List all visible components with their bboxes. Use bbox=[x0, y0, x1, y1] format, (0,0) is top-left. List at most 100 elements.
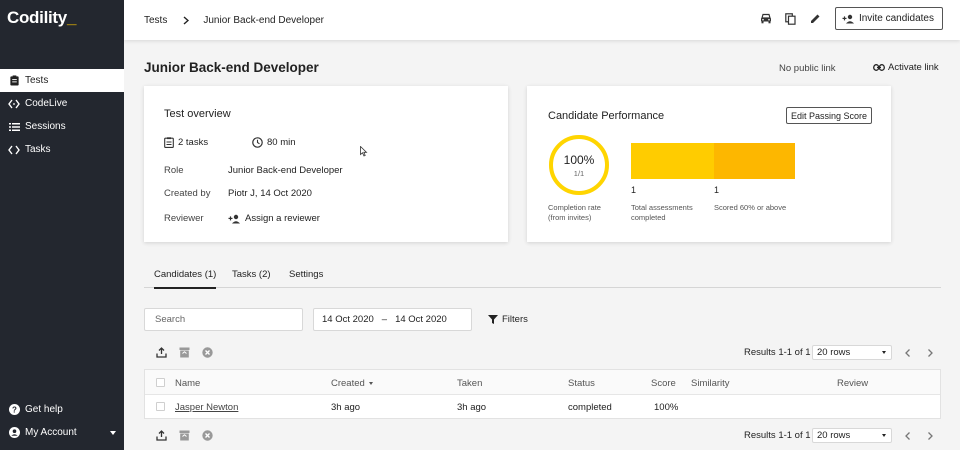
code-icon bbox=[8, 98, 20, 110]
completion-rate-caption: Completion rate (from invites) bbox=[548, 203, 628, 223]
rows-per-page-value: 20 rows bbox=[817, 430, 851, 441]
completion-rate-value: 100% bbox=[563, 153, 595, 167]
clipboard-icon bbox=[8, 75, 20, 87]
clock-icon bbox=[252, 137, 263, 148]
dropdown-arrow-icon bbox=[882, 434, 886, 437]
candidates-table: Name Created Taken Status Score Similari… bbox=[144, 369, 941, 419]
tabs: Candidates (1) Tasks (2) Settings bbox=[144, 264, 941, 289]
test-overview-card: Test overview 2 tasks 80 min Role Junior… bbox=[144, 86, 508, 242]
export-icon[interactable] bbox=[155, 346, 167, 358]
total-assessments-value: 1 bbox=[631, 185, 637, 195]
date-from: 14 Oct 2020 bbox=[322, 314, 374, 325]
caption-line: completed bbox=[631, 213, 666, 222]
sidebar-item-tests[interactable]: Tests bbox=[0, 69, 124, 92]
duration-label: 80 min bbox=[267, 137, 296, 148]
sidebar: Codility_ Tests CodeLive Sessions Tasks bbox=[0, 0, 124, 450]
add-person-icon bbox=[228, 214, 240, 223]
test-duration: 80 min bbox=[252, 137, 296, 148]
pagination-bottom bbox=[902, 431, 948, 441]
total-assessments-caption: Total assessments completed bbox=[631, 203, 711, 223]
sidebar-item-label: My Account bbox=[25, 427, 77, 438]
sidebar-item-my-account[interactable]: My Account bbox=[0, 421, 124, 444]
completion-caption-line: Completion rate bbox=[548, 203, 601, 212]
clipboard-icon bbox=[164, 137, 174, 148]
export-icon[interactable] bbox=[155, 429, 167, 441]
table-row[interactable]: Jasper Newton 3h ago 3h ago completed 10… bbox=[145, 395, 940, 419]
created-by-value: Piotr J, 14 Oct 2020 bbox=[228, 188, 312, 199]
sort-desc-icon bbox=[368, 382, 373, 385]
list-icon bbox=[8, 121, 20, 133]
dropdown-arrow-icon bbox=[882, 351, 886, 354]
copy-icon[interactable] bbox=[783, 11, 799, 27]
add-person-icon bbox=[842, 14, 854, 23]
scored-above-bar bbox=[714, 143, 795, 179]
cancel-icon[interactable] bbox=[201, 429, 213, 441]
task-count-label: 2 tasks bbox=[178, 137, 209, 148]
select-all-checkbox[interactable] bbox=[156, 378, 165, 387]
public-link-status: No public link bbox=[779, 63, 836, 74]
cancel-icon[interactable] bbox=[201, 346, 213, 358]
sidebar-item-get-help[interactable]: ? Get help bbox=[0, 398, 124, 421]
filter-icon bbox=[488, 315, 498, 324]
date-range-picker[interactable]: 14 Oct 2020 – 14 Oct 2020 bbox=[313, 308, 472, 331]
sidebar-nav: Tests CodeLive Sessions Tasks bbox=[0, 69, 124, 161]
prev-page-icon[interactable] bbox=[902, 348, 912, 358]
sidebar-item-tasks[interactable]: Tasks bbox=[0, 138, 124, 161]
assign-reviewer-button[interactable]: Assign a reviewer bbox=[228, 213, 320, 224]
rows-per-page-select[interactable]: 20 rows bbox=[812, 428, 892, 443]
breadcrumb-tests[interactable]: Tests bbox=[144, 15, 167, 26]
car-icon[interactable] bbox=[758, 11, 774, 27]
edit-passing-score-button[interactable]: Edit Passing Score bbox=[786, 107, 873, 124]
activate-link-button[interactable]: Activate link bbox=[873, 62, 939, 73]
tab-tasks[interactable]: Tasks (2) bbox=[232, 269, 271, 280]
sidebar-item-label: Get help bbox=[25, 404, 63, 415]
next-page-icon[interactable] bbox=[925, 431, 935, 441]
top-bar: Tests Junior Back-end Developer Invite c… bbox=[124, 0, 960, 40]
archive-icon[interactable] bbox=[178, 429, 190, 441]
column-header-similarity[interactable]: Similarity bbox=[691, 378, 730, 389]
next-page-icon[interactable] bbox=[925, 348, 935, 358]
row-checkbox[interactable] bbox=[156, 402, 165, 411]
column-header-score[interactable]: Score bbox=[651, 378, 676, 389]
column-header-status[interactable]: Status bbox=[568, 378, 595, 389]
prev-page-icon[interactable] bbox=[902, 431, 912, 441]
codility-logo[interactable]: Codility_ bbox=[7, 8, 76, 28]
code-icon bbox=[8, 144, 20, 156]
filters-button[interactable]: Filters bbox=[488, 314, 528, 325]
rows-per-page-select[interactable]: 20 rows bbox=[812, 345, 892, 360]
sidebar-item-sessions[interactable]: Sessions bbox=[0, 115, 124, 138]
help-icon: ? bbox=[8, 404, 20, 416]
table-toolbar-top bbox=[155, 346, 224, 358]
date-to: 14 Oct 2020 bbox=[395, 314, 447, 325]
column-header-taken[interactable]: Taken bbox=[457, 378, 482, 389]
rows-per-page-value: 20 rows bbox=[817, 347, 851, 358]
column-header-name[interactable]: Name bbox=[175, 378, 200, 389]
assign-reviewer-label: Assign a reviewer bbox=[245, 213, 320, 224]
tab-candidates[interactable]: Candidates (1) bbox=[154, 269, 217, 289]
completion-caption-line: (from invites) bbox=[548, 213, 592, 222]
candidate-performance-card: Candidate Performance Edit Passing Score… bbox=[527, 86, 891, 242]
column-header-created[interactable]: Created bbox=[331, 378, 373, 389]
task-count: 2 tasks bbox=[164, 137, 208, 148]
invite-candidates-button[interactable]: Invite candidates bbox=[834, 7, 943, 30]
reviewer-label: Reviewer bbox=[164, 213, 204, 224]
sidebar-item-label: CodeLive bbox=[25, 98, 68, 109]
candidate-name-link[interactable]: Jasper Newton bbox=[175, 402, 238, 413]
sidebar-item-codelive[interactable]: CodeLive bbox=[0, 92, 124, 115]
created-by-label: Created by bbox=[164, 188, 211, 199]
created-cell: 3h ago bbox=[331, 402, 361, 413]
page-title: Junior Back-end Developer bbox=[144, 60, 319, 75]
archive-icon[interactable] bbox=[178, 346, 190, 358]
column-header-review[interactable]: Review bbox=[837, 378, 868, 389]
tab-settings[interactable]: Settings bbox=[289, 269, 323, 280]
invite-candidates-label: Invite candidates bbox=[858, 13, 934, 24]
candidate-performance-title: Candidate Performance bbox=[548, 110, 665, 122]
scored-above-value: 1 bbox=[714, 185, 720, 195]
scored-above-caption: Scored 60% or above bbox=[714, 203, 794, 213]
logo-underscore: _ bbox=[66, 8, 77, 27]
chevron-right-icon bbox=[183, 15, 190, 25]
table-toolbar-bottom bbox=[155, 429, 224, 441]
search-input[interactable] bbox=[144, 308, 303, 331]
sidebar-item-label: Sessions bbox=[25, 121, 66, 132]
pencil-icon[interactable] bbox=[808, 11, 824, 27]
